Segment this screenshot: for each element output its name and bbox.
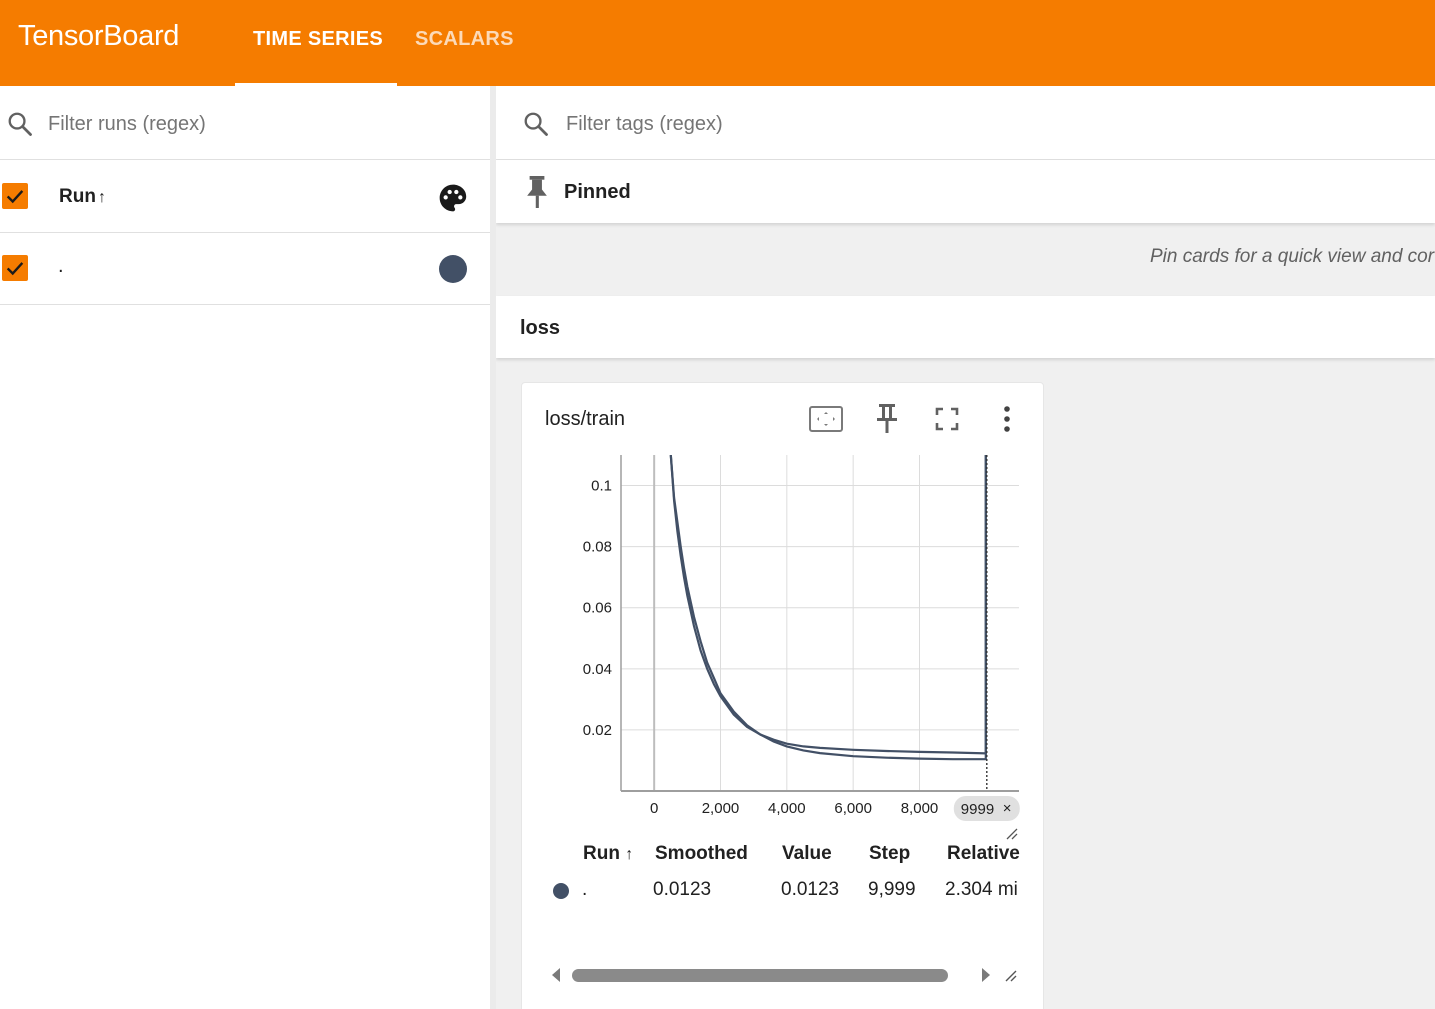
main-content: Pinned Pin cards for a quick view and co… xyxy=(496,86,1435,1009)
table-header-run[interactable]: Run ↑ xyxy=(583,843,633,865)
y-tick-label: 0.02 xyxy=(583,722,612,739)
tags-filter-row xyxy=(496,86,1435,160)
app-header: TensorBoard TIME SERIES SCALARS xyxy=(0,0,1435,86)
run-color-swatch[interactable] xyxy=(439,255,467,283)
scroll-left-arrow-icon[interactable] xyxy=(552,968,560,982)
x-tick-label: 4,000 xyxy=(768,800,806,817)
runs-table-header: Run ↑ xyxy=(0,160,490,233)
search-icon xyxy=(524,112,548,136)
table-cell-step: 9,999 xyxy=(868,879,916,900)
loss-series-line xyxy=(669,455,987,755)
loss-series-line xyxy=(669,455,987,761)
scrollbar-thumb[interactable] xyxy=(572,969,948,982)
table-header-value[interactable]: Value xyxy=(782,843,832,865)
search-icon xyxy=(8,112,32,136)
chart-resize-handle-icon xyxy=(1006,828,1018,840)
runs-sidebar: Run↑ . xyxy=(0,86,490,1009)
checkmark-icon xyxy=(6,190,24,204)
x-tick-label: 8,000 xyxy=(901,800,939,817)
app-title: TensorBoard xyxy=(18,20,180,52)
run-name: . xyxy=(58,255,64,277)
scroll-right-arrow-icon[interactable] xyxy=(982,968,990,982)
filter-tags-input[interactable] xyxy=(564,108,1168,140)
tag-group-title: loss xyxy=(520,317,561,339)
x-tick-label: 0 xyxy=(650,800,658,817)
table-cell-value: 0.0123 xyxy=(781,879,840,900)
pinned-empty-hint: Pin cards for a quick view and cor xyxy=(1150,246,1435,267)
palette-icon[interactable] xyxy=(437,182,469,214)
pinned-section-header: Pinned xyxy=(496,160,1435,223)
run-row: . xyxy=(0,233,490,305)
pin-icon xyxy=(527,176,547,208)
y-tick-label: 0.04 xyxy=(583,661,612,678)
run-checkbox[interactable] xyxy=(2,255,28,281)
run-column-label: Run xyxy=(59,186,96,207)
tag-group-header[interactable]: loss xyxy=(496,296,1435,358)
table-cell-relative: 2.304 mi xyxy=(945,879,1018,900)
table-header-run-label: Run xyxy=(583,843,620,864)
arrow-up-icon: ↑ xyxy=(97,189,106,206)
tab-scalars[interactable]: SCALARS xyxy=(415,28,514,51)
x-tick-label: 6,000 xyxy=(834,800,872,817)
table-header-smoothed[interactable]: Smoothed xyxy=(655,843,748,865)
close-icon[interactable]: × xyxy=(1003,800,1012,817)
table-header-step[interactable]: Step xyxy=(869,843,910,865)
tab-time-series[interactable]: TIME SERIES xyxy=(253,28,383,51)
y-tick-label: 0.08 xyxy=(583,539,612,556)
runs-filter-row xyxy=(0,86,490,160)
table-run-color xyxy=(553,883,569,899)
y-tick-label: 0.06 xyxy=(583,600,612,617)
arrow-up-icon: ↑ xyxy=(625,846,634,863)
table-cell-run: . xyxy=(582,879,588,900)
x-tick-label: 2,000 xyxy=(702,800,740,817)
select-all-runs-checkbox[interactable] xyxy=(2,183,28,209)
table-resize-handle-icon[interactable] xyxy=(1002,967,1018,983)
table-header-relative[interactable]: Relative xyxy=(947,843,1020,865)
loss-chart[interactable]: 0.02 0.04 0.06 0.08 0.1 0 2,000 4,000 6,000 8,000… xyxy=(522,383,1043,843)
step-chip-label: 9999 xyxy=(961,801,994,818)
checkmark-icon xyxy=(6,262,24,276)
table-cell-smoothed: 0.0123 xyxy=(653,879,712,900)
pinned-title: Pinned xyxy=(564,181,631,203)
table-horizontal-scrollbar[interactable] xyxy=(550,961,1022,989)
filter-runs-input[interactable] xyxy=(46,108,470,140)
y-tick-label: 0.1 xyxy=(591,478,612,495)
run-column-header[interactable]: Run ↑ xyxy=(59,186,106,208)
scalar-card: loss/train 0.02 0.04 0.06 0.08 0.1 0 2,0… xyxy=(521,382,1044,1009)
